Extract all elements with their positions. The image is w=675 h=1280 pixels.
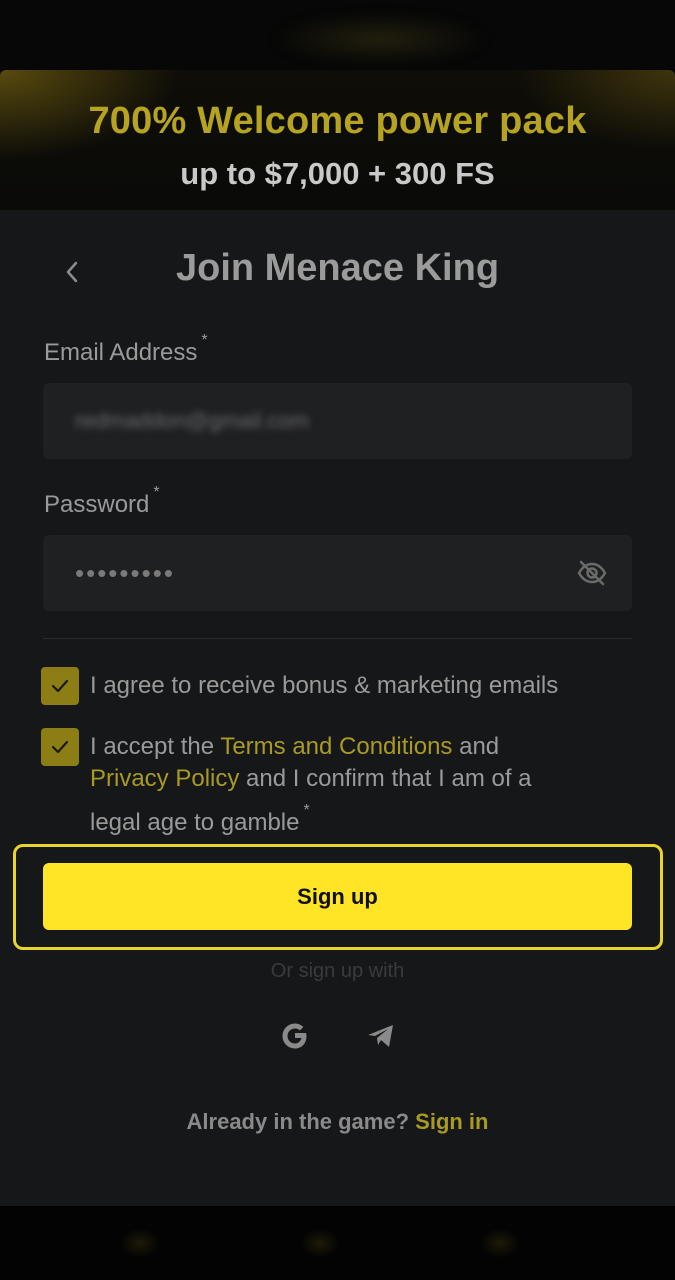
terms-text: I accept the [90,733,221,760]
signup-modal: 700% Welcome power pack up to $7,000 + 3… [0,70,675,1206]
telegram-signup-button[interactable] [361,1016,401,1056]
terms-text: and I confirm that I am of a [239,765,532,792]
or-sign-up-with: Or sign up with [270,960,405,982]
marketing-checkbox[interactable] [41,667,79,705]
footer-text: Already in the game? [186,1109,410,1134]
email-value: redmaddon@gmail.com [75,408,309,433]
form-title: Join Menace King [175,247,500,289]
banner-title: 700% Welcome power pack [88,100,587,142]
promo-banner: 700% Welcome power pack up to $7,000 + 3… [0,70,675,210]
banner-subtitle: up to $7,000 + 300 FS [180,156,495,191]
terms-text: legal age to gamble [90,809,300,836]
required-mark: * [153,484,160,501]
terms-line-2: Privacy Policy and I confirm that I am o… [90,763,532,795]
required-mark: * [201,332,208,349]
signin-link[interactable]: Sign in [415,1109,488,1134]
terms-checkbox-label: I accept the Terms and Conditions and Pr… [90,731,532,839]
password-field[interactable]: ••••••••• [43,535,632,611]
email-label-text: Email Address [44,339,198,366]
background-hint [480,1228,520,1258]
terms-line-1: I accept the Terms and Conditions and [90,731,532,763]
signup-button[interactable]: Sign up [43,863,632,930]
signin-prompt: Already in the game? Sign in [0,1109,675,1135]
email-field[interactable]: redmaddon@gmail.com [43,383,632,459]
google-signup-button[interactable] [275,1016,315,1056]
password-label: Password * [44,484,160,519]
background-glow [270,14,490,64]
background-hint [120,1228,160,1258]
eye-slash-icon[interactable] [576,559,608,587]
marketing-checkbox-label: I agree to receive bonus & marketing ema… [90,672,559,699]
telegram-icon [368,1025,393,1047]
email-label: Email Address * [44,332,208,367]
checkmark-icon [51,740,69,754]
terms-checkbox[interactable] [41,728,79,766]
terms-line-3: legal age to gamble * [90,801,532,839]
background-bottom-bar [0,1206,675,1280]
privacy-link[interactable]: Privacy Policy [90,765,239,792]
divider [43,638,632,639]
google-icon [282,1023,307,1049]
background-hint [300,1228,340,1258]
password-label-text: Password [44,491,150,518]
required-mark: * [303,802,310,819]
terms-text: and [452,733,500,760]
password-value: ••••••••• [75,557,175,588]
terms-link[interactable]: Terms and Conditions [220,733,452,760]
checkmark-icon [51,679,69,693]
